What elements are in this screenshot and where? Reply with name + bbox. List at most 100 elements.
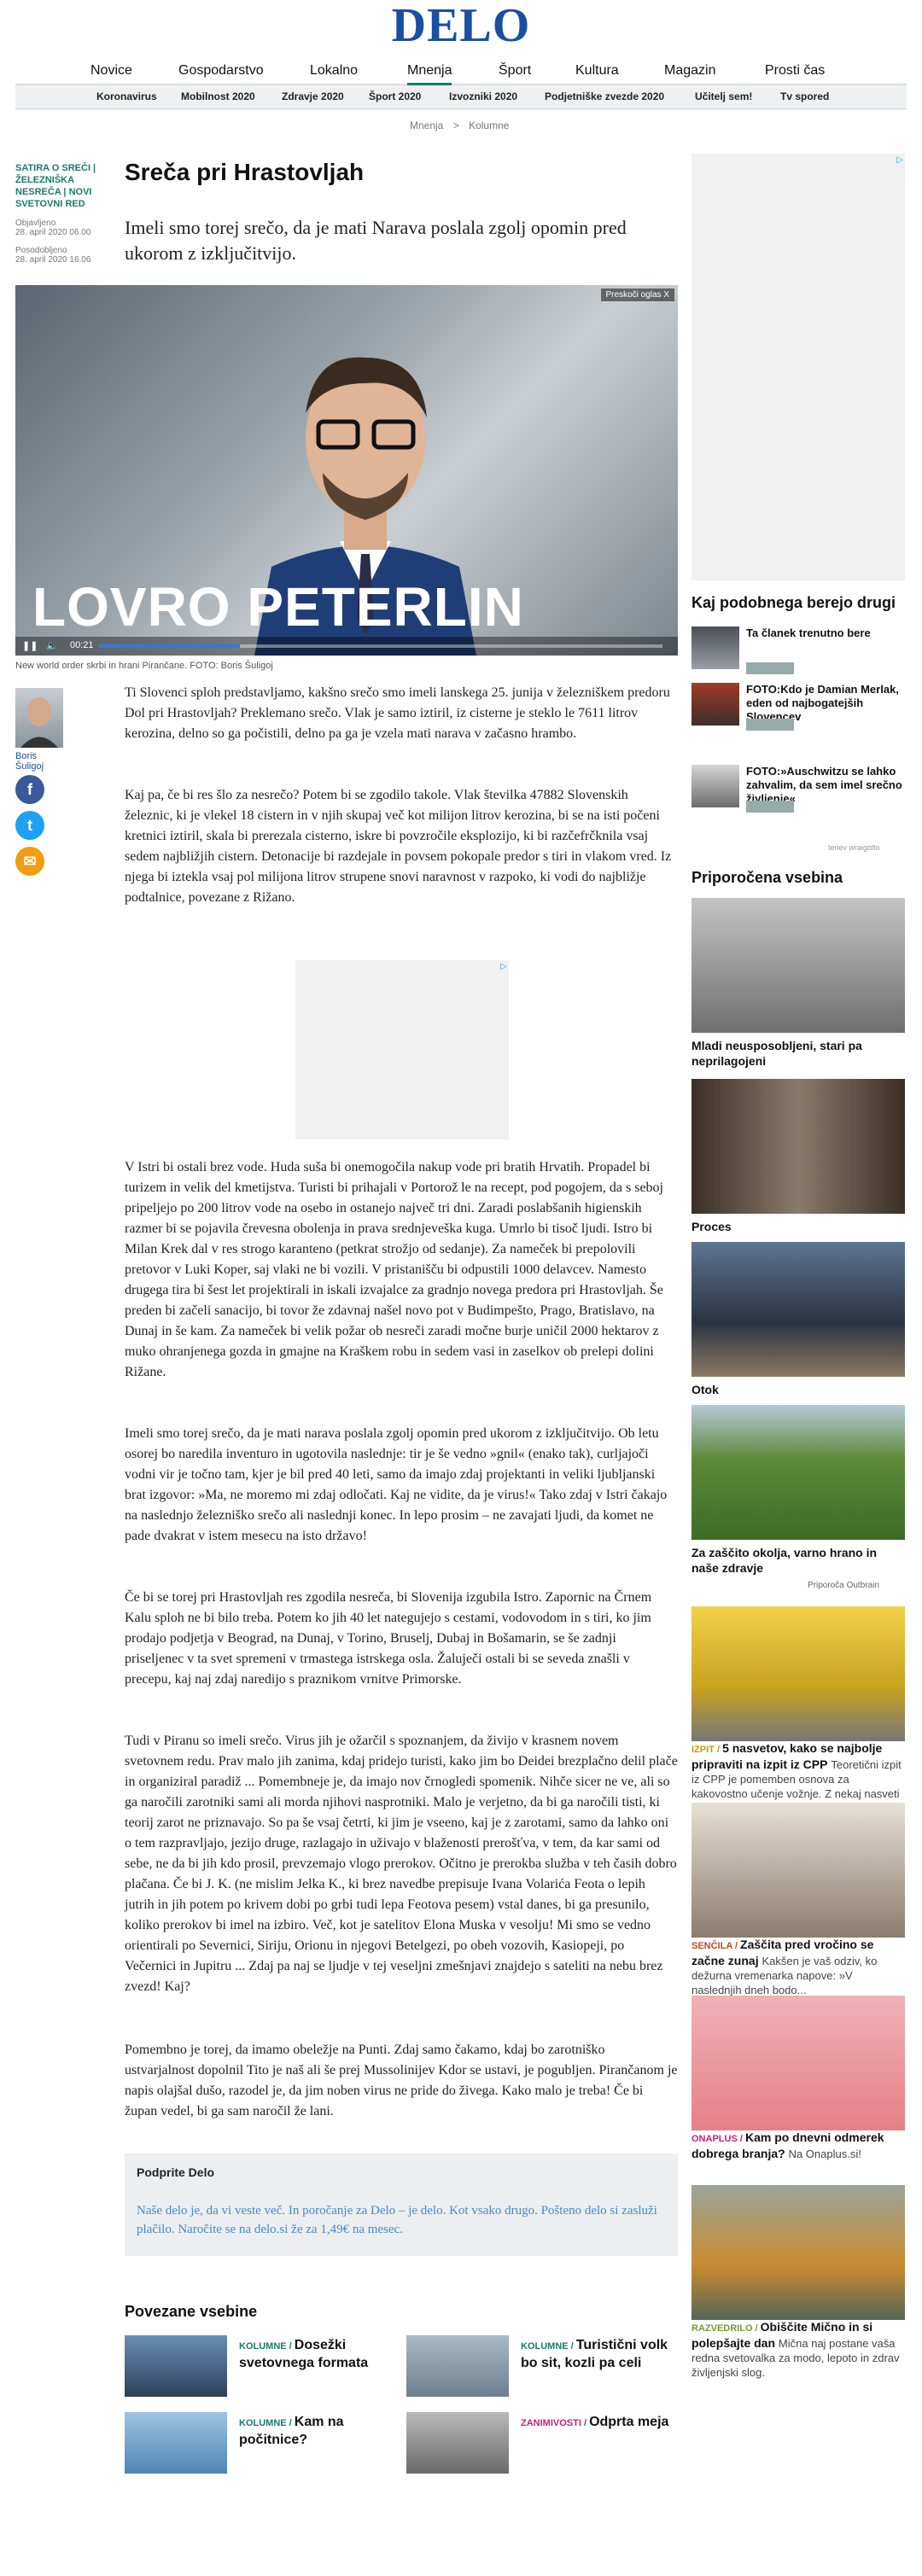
- related-item[interactable]: KOLUMNE / Kam na počitnice?: [125, 2412, 389, 2480]
- updated-label: Posodobljeno: [15, 246, 67, 255]
- sponsored-image: [692, 1606, 905, 1741]
- others-item[interactable]: FOTO:Kdo je Damian Merlak, eden od najbo…: [692, 683, 905, 734]
- related-category: KOLUMNE: [521, 2341, 569, 2352]
- others-title: FOTO:»Auschwitzu se lahko zahvalim, da s…: [746, 765, 902, 805]
- sponsored-item[interactable]: IZPIT / 5 nasvetov, kako se najbolje pri…: [692, 1606, 905, 1815]
- recommended-item[interactable]: Za zaščito okolja, varno hrano in naše z…: [692, 1405, 905, 1576]
- video-time: 00:21: [70, 640, 94, 650]
- nav-item-lokalno[interactable]: Lokalno: [310, 63, 358, 79]
- paragraph: Pomembno je torej, da imamo obeležje na …: [125, 2043, 678, 2118]
- sponsored-item[interactable]: RAZVEDRILO / Obiščite Mično in si polepš…: [692, 2185, 905, 2380]
- related-separator: /: [286, 2418, 295, 2428]
- facebook-icon[interactable]: f: [15, 775, 44, 804]
- sponsored-source: RAZVEDRILO: [692, 2323, 753, 2334]
- subnav-item[interactable]: Tv spored: [780, 90, 829, 102]
- recommended-title: Otok: [692, 1383, 719, 1396]
- nav-item-kultura[interactable]: Kultura: [575, 63, 619, 79]
- published-label: Objavljeno: [15, 219, 56, 228]
- paragraph: Kaj pa, če bi res šlo za nesrečo? Potem …: [125, 788, 672, 905]
- related-title: Odprta meja: [589, 2415, 669, 2429]
- others-thumb: [692, 683, 739, 726]
- recommended-title: Mladi neusposobljeni, stari pa neprilago…: [692, 1039, 862, 1068]
- sponsored-image: [692, 2185, 905, 2320]
- paragraph: V Istri bi ostali brez vode. Huda suša b…: [125, 1160, 663, 1379]
- sponsored-source: SENČILA: [692, 1941, 732, 1951]
- related-separator: /: [568, 2341, 576, 2352]
- outbrain-credit[interactable]: Priporoča Outbrain: [808, 1581, 879, 1590]
- subnav-item[interactable]: Podjetniške zvezde 2020: [545, 90, 664, 102]
- site-logo[interactable]: DELO: [0, 0, 922, 51]
- twitter-icon[interactable]: t: [15, 811, 44, 840]
- others-credit[interactable]: teriev wraigolto: [828, 843, 880, 852]
- recommended-title: Proces: [692, 1220, 732, 1233]
- related-separator: /: [581, 2418, 590, 2428]
- ad-slot[interactable]: ▷: [295, 960, 509, 1139]
- subscribe-text[interactable]: Naše delo je, da vi veste več. In poroča…: [137, 2201, 666, 2239]
- skip-ad-button[interactable]: Preskoči oglas X: [600, 288, 674, 301]
- sponsored-source: ONAPLUS: [692, 2134, 738, 2144]
- nav-item-gospodarstvo[interactable]: Gospodarstvo: [178, 63, 264, 79]
- series-tag[interactable]: SATIRA O SREČI | ŽELEZNIŠKA NESREČA | NO…: [15, 162, 109, 210]
- volume-icon[interactable]: 🔈: [46, 640, 58, 651]
- sub-nav: Koronavirus Mobilnost 2020 Zdravje 2020 …: [15, 85, 907, 109]
- sponsored-item[interactable]: SENČILA / Zaščita pred vročino se začne …: [692, 1803, 905, 1997]
- author-avatar: [15, 688, 63, 748]
- video-progress[interactable]: [99, 644, 662, 648]
- nav-item-mnenja[interactable]: Mnenja: [407, 63, 452, 85]
- subnav-item[interactable]: Koronavirus: [96, 90, 157, 102]
- others-title: FOTO:Kdo je Damian Merlak, eden od najbo…: [746, 683, 899, 723]
- breadcrumb: Mnenja > Kolumne: [410, 119, 509, 131]
- related-item[interactable]: KOLUMNE / Turistični volk bo sit, kozli …: [406, 2335, 671, 2404]
- updated-date: 28. april 2020 16.06: [15, 255, 91, 265]
- author-box[interactable]: Boris Šuligoj: [15, 688, 67, 772]
- breadcrumb-kolumne[interactable]: Kolumne: [469, 119, 509, 131]
- subnav-item[interactable]: Šport 2020: [369, 90, 421, 102]
- recommended-heading: Priporočena vsebina: [692, 869, 843, 886]
- adchoices-icon[interactable]: ▷: [896, 155, 903, 165]
- mail-icon[interactable]: ✉: [15, 847, 44, 876]
- related-item[interactable]: ZANIMIVOSTI / Odprta meja: [406, 2412, 671, 2480]
- nav-item-sport[interactable]: Šport: [499, 63, 531, 79]
- paragraph: Ti Slovenci sploh predstavljamo, kakšno …: [125, 685, 670, 741]
- nav-item-prosti-cas[interactable]: Prosti čas: [765, 63, 825, 79]
- nav-item-novice[interactable]: Novice: [90, 63, 132, 79]
- subnav-item[interactable]: Izvozniki 2020: [449, 90, 517, 102]
- sponsored-separator: /: [714, 1745, 723, 1755]
- related-separator: /: [286, 2341, 295, 2352]
- breadcrumb-mnenja[interactable]: Mnenja: [410, 119, 443, 131]
- others-item[interactable]: FOTO:»Auschwitzu se lahko zahvalim, da s…: [692, 765, 905, 816]
- others-thumb: [692, 627, 739, 669]
- paragraph: Imeli smo torej srečo, da je mati narava…: [125, 1426, 668, 1543]
- related-item[interactable]: KOLUMNE / Dosežki svetovnega formata: [125, 2335, 389, 2404]
- published-date: 28. april 2020 06.00: [15, 228, 91, 237]
- related-thumb: [406, 2335, 509, 2397]
- recommended-item[interactable]: Otok: [692, 1242, 905, 1397]
- nav-item-magazin[interactable]: Magazin: [664, 63, 715, 79]
- others-item[interactable]: Ta članek trenutno bere: [692, 627, 905, 678]
- related-thumb: [125, 2412, 227, 2474]
- reactions-badge: [746, 719, 794, 731]
- related-heading: Povezane vsebine: [125, 2303, 258, 2320]
- sponsored-source: IZPIT: [692, 1745, 715, 1755]
- sponsored-item[interactable]: ONAPLUS / Kam po dnevni odmerek dobrega …: [692, 1996, 905, 2161]
- recommended-image: [692, 1405, 905, 1540]
- author-name[interactable]: Boris Šuligoj: [15, 751, 67, 772]
- recommended-title: Za zaščito okolja, varno hrano in naše z…: [692, 1546, 878, 1575]
- breadcrumb-separator: >: [452, 119, 459, 131]
- sponsored-image: [692, 1803, 905, 1938]
- pause-icon[interactable]: ❚❚: [22, 640, 38, 651]
- adchoices-icon[interactable]: ▷: [500, 962, 507, 971]
- recommended-item[interactable]: Mladi neusposobljeni, stari pa neprilago…: [692, 898, 905, 1069]
- recommended-item[interactable]: Proces: [692, 1079, 905, 1234]
- subscribe-box[interactable]: Podprite Delo Naše delo je, da vi veste …: [125, 2153, 678, 2256]
- sponsored-image: [692, 1996, 905, 2130]
- subnav-item[interactable]: Zdravje 2020: [282, 90, 344, 102]
- article-title: Sreča pri Hrastovljah: [125, 159, 365, 185]
- related-thumb: [125, 2335, 227, 2397]
- sidebar-ad-slot[interactable]: ▷: [692, 154, 905, 580]
- photo-caption: New world order skrbi in hrani Pirančane…: [15, 661, 273, 671]
- subnav-item[interactable]: Mobilnost 2020: [181, 90, 255, 102]
- reactions-badge: [746, 801, 794, 813]
- subnav-item[interactable]: Učitelj sem!: [695, 90, 752, 102]
- hero-video[interactable]: Preskoči oglas X LOVRO PETERLIN ❚❚ 🔈 00:…: [15, 285, 678, 656]
